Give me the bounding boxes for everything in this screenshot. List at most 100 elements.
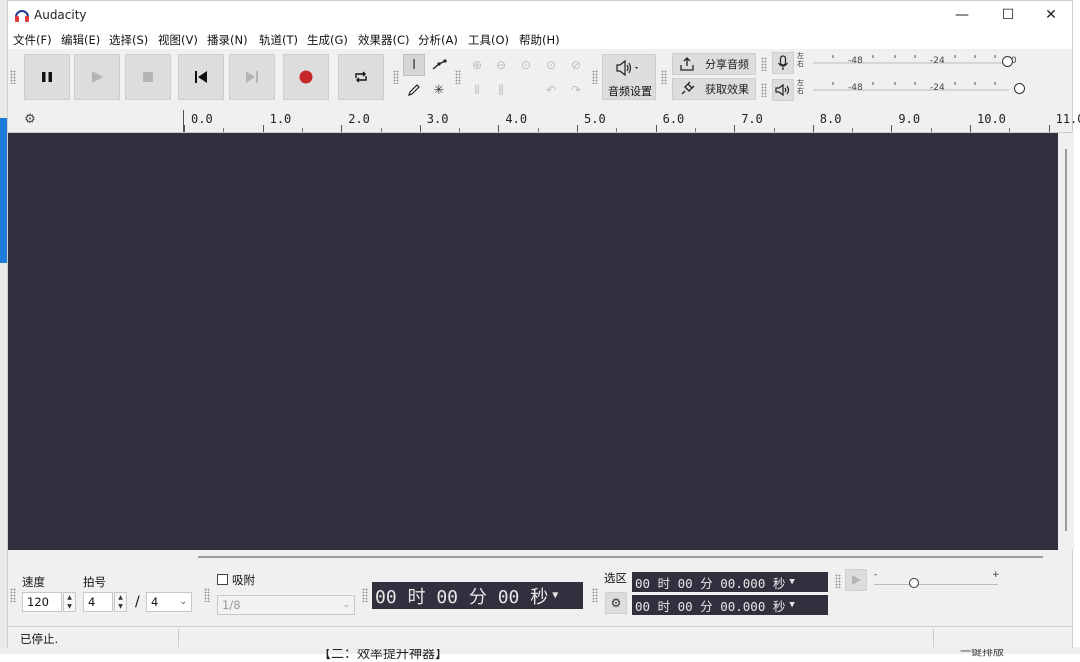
play-button[interactable]	[74, 54, 120, 100]
ruler-minor-tick	[537, 128, 539, 132]
ruler-minor-tick	[616, 128, 618, 132]
minimize-button[interactable]: —	[939, 1, 985, 29]
draw-tool-button[interactable]	[403, 79, 425, 101]
pause-button[interactable]	[24, 54, 70, 100]
close-button[interactable]: ✕	[1028, 1, 1074, 29]
ruler-major-tick	[498, 125, 500, 132]
selection-grip[interactable]	[592, 588, 598, 602]
ruler-tick-label: 3.0	[426, 112, 449, 126]
play-meter-tick-24: -24	[930, 83, 945, 93]
tools-grip[interactable]	[393, 70, 399, 84]
stop-button[interactable]	[125, 54, 171, 100]
play-speed-slider-thumb[interactable]	[909, 578, 919, 588]
timeline-options-button[interactable]: ⚙	[22, 111, 38, 127]
menu-select[interactable]: 选择(S)	[109, 32, 148, 48]
menu-effect[interactable]: 效果器(C)	[358, 32, 410, 48]
menu-tools[interactable]: 工具(O)	[468, 32, 509, 48]
time-signature-upper-spinner[interactable]: ▲ ▼	[114, 592, 127, 612]
record-volume-slider-thumb[interactable]	[1002, 56, 1013, 67]
audio-setup-grip[interactable]	[592, 70, 598, 84]
timeline-ruler[interactable]: ⚙ 0.0 1.0 2.0 3.0 4.0 5.0 6.0 7.0 8.0 9.0 10.0 11.0	[8, 107, 1080, 133]
play-speed-slider-track[interactable]	[874, 584, 998, 585]
selection-tool-button[interactable]: Ι	[403, 54, 425, 76]
fit-project-button[interactable]: ⊙	[540, 54, 562, 76]
play-meter-scale[interactable]: -48 -24	[809, 79, 1025, 99]
play-meter-button[interactable]	[772, 79, 794, 101]
playback-volume-slider-thumb[interactable]	[1014, 83, 1025, 94]
share-grip[interactable]	[661, 70, 667, 84]
time-grip[interactable]	[362, 588, 368, 602]
skip-to-start-button[interactable]	[178, 54, 224, 100]
ruler-minor-tick	[459, 128, 461, 132]
silence-button[interactable]: ⫼	[490, 79, 512, 101]
envelope-tool-button[interactable]	[428, 54, 450, 76]
vertical-scrollbar-thumb[interactable]	[1065, 149, 1067, 531]
redo-button[interactable]: ↷	[565, 79, 587, 101]
ruler-tick-label: 11.0	[1055, 112, 1080, 126]
zoom-out-button[interactable]: ⊖	[490, 54, 512, 76]
ruler-major-tick	[970, 125, 971, 132]
record-meter-button[interactable]	[772, 52, 794, 74]
selection-options-button[interactable]: ⚙	[605, 592, 627, 614]
snap-select[interactable]: 1/8 ⌄	[217, 595, 355, 615]
upload-icon	[680, 57, 694, 71]
get-effects-button[interactable]: 获取效果	[672, 78, 756, 100]
menu-transport[interactable]: 播录(N)	[207, 32, 248, 48]
fit-selection-button[interactable]: ⊙	[515, 54, 537, 76]
menu-file[interactable]: 文件(F)	[13, 32, 52, 48]
time-display[interactable]: 00 时 00 分 00 秒 ▼	[372, 582, 583, 609]
ruler-minor-tick	[930, 128, 932, 132]
record-meter-grip[interactable]	[761, 57, 767, 71]
record-icon	[299, 70, 313, 84]
audio-setup-button[interactable]: 音频设置	[602, 54, 656, 100]
record-meter-tick-48: -48	[848, 56, 863, 66]
snap-grip[interactable]	[204, 588, 210, 602]
tempo-input[interactable]: 120	[22, 592, 62, 612]
undo-icon: ↶	[545, 83, 557, 97]
play-at-speed-grip[interactable]	[835, 574, 841, 588]
play-meter-channel-labels: 左 右	[797, 79, 804, 95]
time-signature-label: 拍号	[83, 575, 106, 589]
ruler-major-tick	[734, 125, 736, 132]
zoom-in-button[interactable]: ⊕	[466, 54, 488, 76]
menu-help[interactable]: 帮助(H)	[519, 32, 560, 48]
menu-bar: 文件(F) 编辑(E) 选择(S) 视图(V) 播录(N) 轨道(T) 生成(G…	[8, 29, 1072, 49]
selection-start-display[interactable]: 00 时 00 分 00.000 秒 ▼	[632, 572, 828, 592]
skip-to-end-button[interactable]	[229, 54, 275, 100]
selection-end-value: 00 时 00 分 00.000 秒	[635, 598, 786, 614]
ruler-tick-label: 2.0	[348, 112, 370, 126]
track-area[interactable]	[8, 133, 1058, 550]
trim-button[interactable]: ⫴	[466, 79, 488, 101]
ruler-minor-tick	[773, 128, 775, 132]
edit-grip[interactable]	[455, 70, 461, 84]
menu-tracks[interactable]: 轨道(T)	[259, 32, 298, 48]
pause-icon	[42, 72, 52, 82]
maximize-button[interactable]: ☐	[985, 1, 1031, 29]
menu-generate[interactable]: 生成(G)	[307, 32, 348, 48]
play-at-speed-button[interactable]	[845, 569, 867, 591]
zoom-toggle-button[interactable]: ⊘	[565, 54, 587, 76]
skip-end-icon	[246, 71, 258, 83]
menu-view[interactable]: 视图(V)	[158, 32, 198, 48]
loop-button[interactable]	[338, 54, 384, 100]
selection-end-display[interactable]: 00 时 00 分 00.000 秒 ▼	[632, 595, 828, 615]
snap-checkbox[interactable]	[217, 574, 228, 585]
horizontal-scrollbar-thumb[interactable]	[198, 556, 1043, 558]
time-signature-grip[interactable]	[10, 588, 16, 602]
time-signature-lower-select[interactable]: 4 ⌄	[146, 592, 192, 612]
ruler-tick-label: 10.0	[977, 112, 1006, 126]
ruler-major-tick	[812, 125, 814, 132]
play-meter-grip[interactable]	[761, 83, 767, 97]
menu-edit[interactable]: 编辑(E)	[61, 32, 100, 48]
toolbar-grip[interactable]	[10, 70, 16, 84]
pencil-icon	[408, 84, 420, 96]
share-audio-button[interactable]: 分享音频	[672, 53, 756, 75]
record-meter-scale[interactable]: -48 -24 0	[809, 52, 1019, 72]
tempo-spinner[interactable]: ▲ ▼	[63, 592, 76, 612]
time-signature-upper-input[interactable]: 4	[83, 592, 113, 612]
multi-tool-button[interactable]: ✳	[428, 79, 450, 101]
record-button[interactable]	[283, 54, 329, 100]
menu-analyze[interactable]: 分析(A)	[418, 32, 458, 48]
undo-button[interactable]: ↶	[540, 79, 562, 101]
ruler-tick-label: 5.0	[584, 112, 606, 126]
